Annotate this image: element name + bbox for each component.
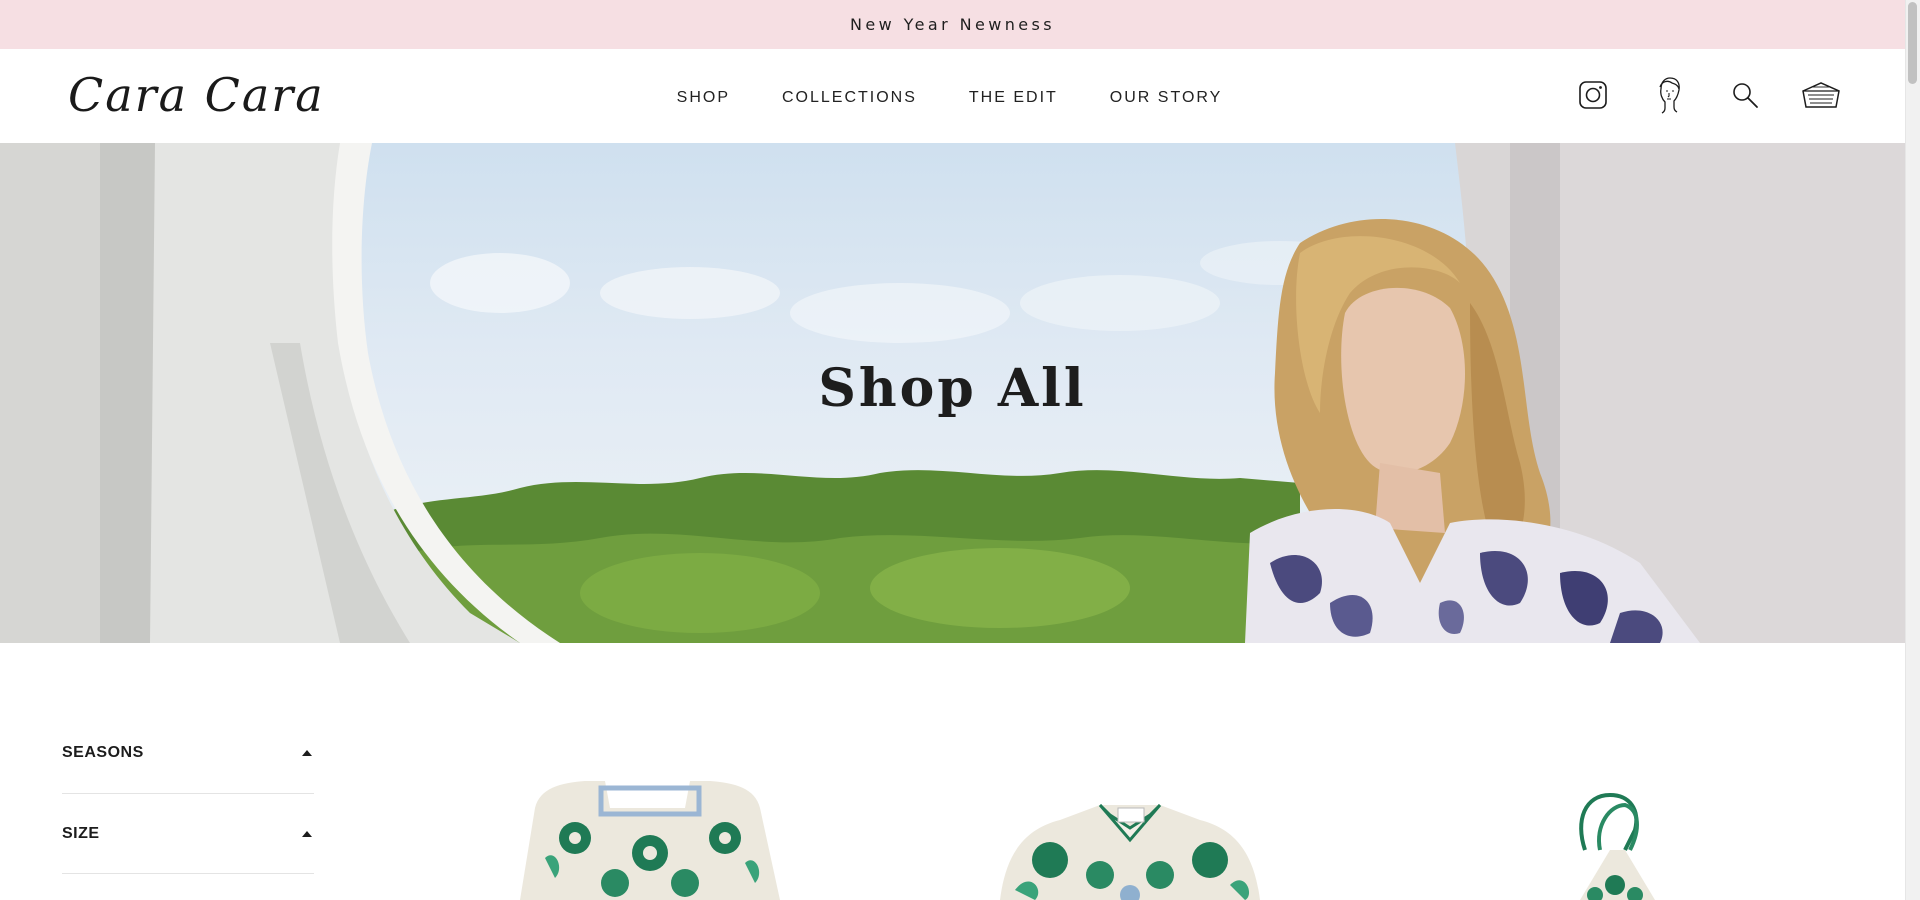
hero-banner: Shop All [0, 143, 1905, 643]
page-scrollbar[interactable] [1905, 0, 1920, 900]
page-title: Shop All [818, 358, 1087, 419]
announcement-text: New Year Newness [850, 15, 1055, 34]
filter-sidebar: SEASONS SIZE [62, 720, 314, 874]
site-header: Cara Cara SHOP COLLECTIONS THE EDIT OUR … [0, 49, 1905, 143]
account-icon[interactable] [1646, 72, 1692, 118]
filter-seasons-label: SEASONS [62, 744, 144, 761]
scrollbar-thumb[interactable] [1908, 2, 1917, 84]
product-image [1579, 792, 1655, 900]
nav-our-story[interactable]: OUR STORY [1110, 85, 1223, 107]
header-utilities [1570, 67, 1844, 123]
cart-icon[interactable] [1798, 72, 1844, 118]
filter-size[interactable]: SIZE [62, 794, 314, 874]
filter-seasons[interactable]: SEASONS [62, 720, 314, 794]
chevron-up-icon [302, 830, 312, 837]
product-card[interactable] [515, 778, 785, 900]
search-icon[interactable] [1722, 72, 1768, 118]
product-image [520, 781, 780, 900]
nav-collections[interactable]: COLLECTIONS [782, 85, 917, 107]
product-card[interactable] [1540, 790, 1690, 900]
instagram-icon[interactable] [1570, 72, 1616, 118]
announcement-bar: New Year Newness [0, 0, 1905, 49]
chevron-up-icon [302, 750, 312, 756]
product-image [1000, 803, 1260, 900]
product-card[interactable] [990, 800, 1270, 900]
nav-shop[interactable]: SHOP [677, 85, 730, 107]
nav-the-edit[interactable]: THE EDIT [969, 85, 1058, 107]
filter-size-label: SIZE [62, 824, 100, 842]
